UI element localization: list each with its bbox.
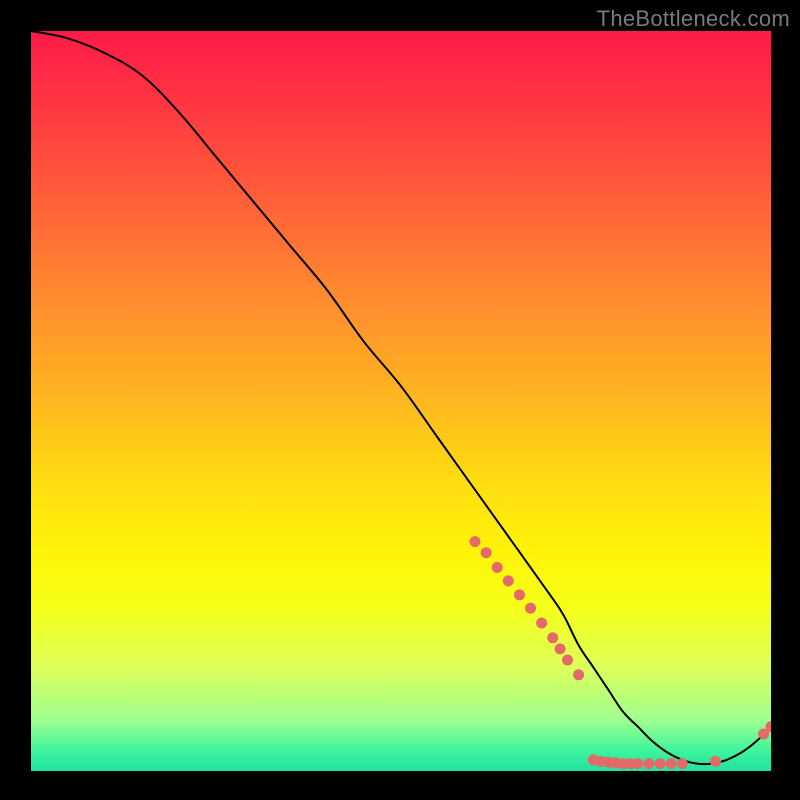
data-point-marker xyxy=(632,758,643,769)
data-point-marker xyxy=(536,618,547,629)
data-point-marker xyxy=(655,758,666,769)
bottleneck-curve-path xyxy=(31,31,771,764)
data-point-marker xyxy=(573,669,584,680)
data-point-marker xyxy=(666,758,677,769)
chart-svg xyxy=(31,31,771,771)
marker-layer xyxy=(470,536,772,769)
data-point-marker xyxy=(470,536,481,547)
data-point-marker xyxy=(525,603,536,614)
plot-area xyxy=(31,31,771,771)
data-point-marker xyxy=(677,758,688,769)
watermark-label: TheBottleneck.com xyxy=(597,6,790,32)
data-point-marker xyxy=(492,562,503,573)
data-point-marker xyxy=(514,589,525,600)
data-point-marker xyxy=(643,758,654,769)
data-point-marker xyxy=(481,547,492,558)
chart-frame: TheBottleneck.com xyxy=(0,0,800,800)
data-point-marker xyxy=(555,643,566,654)
data-point-marker xyxy=(503,575,514,586)
curve-line-group xyxy=(31,31,771,764)
data-point-marker xyxy=(547,632,558,643)
data-point-marker xyxy=(562,655,573,666)
data-point-marker xyxy=(710,756,721,767)
